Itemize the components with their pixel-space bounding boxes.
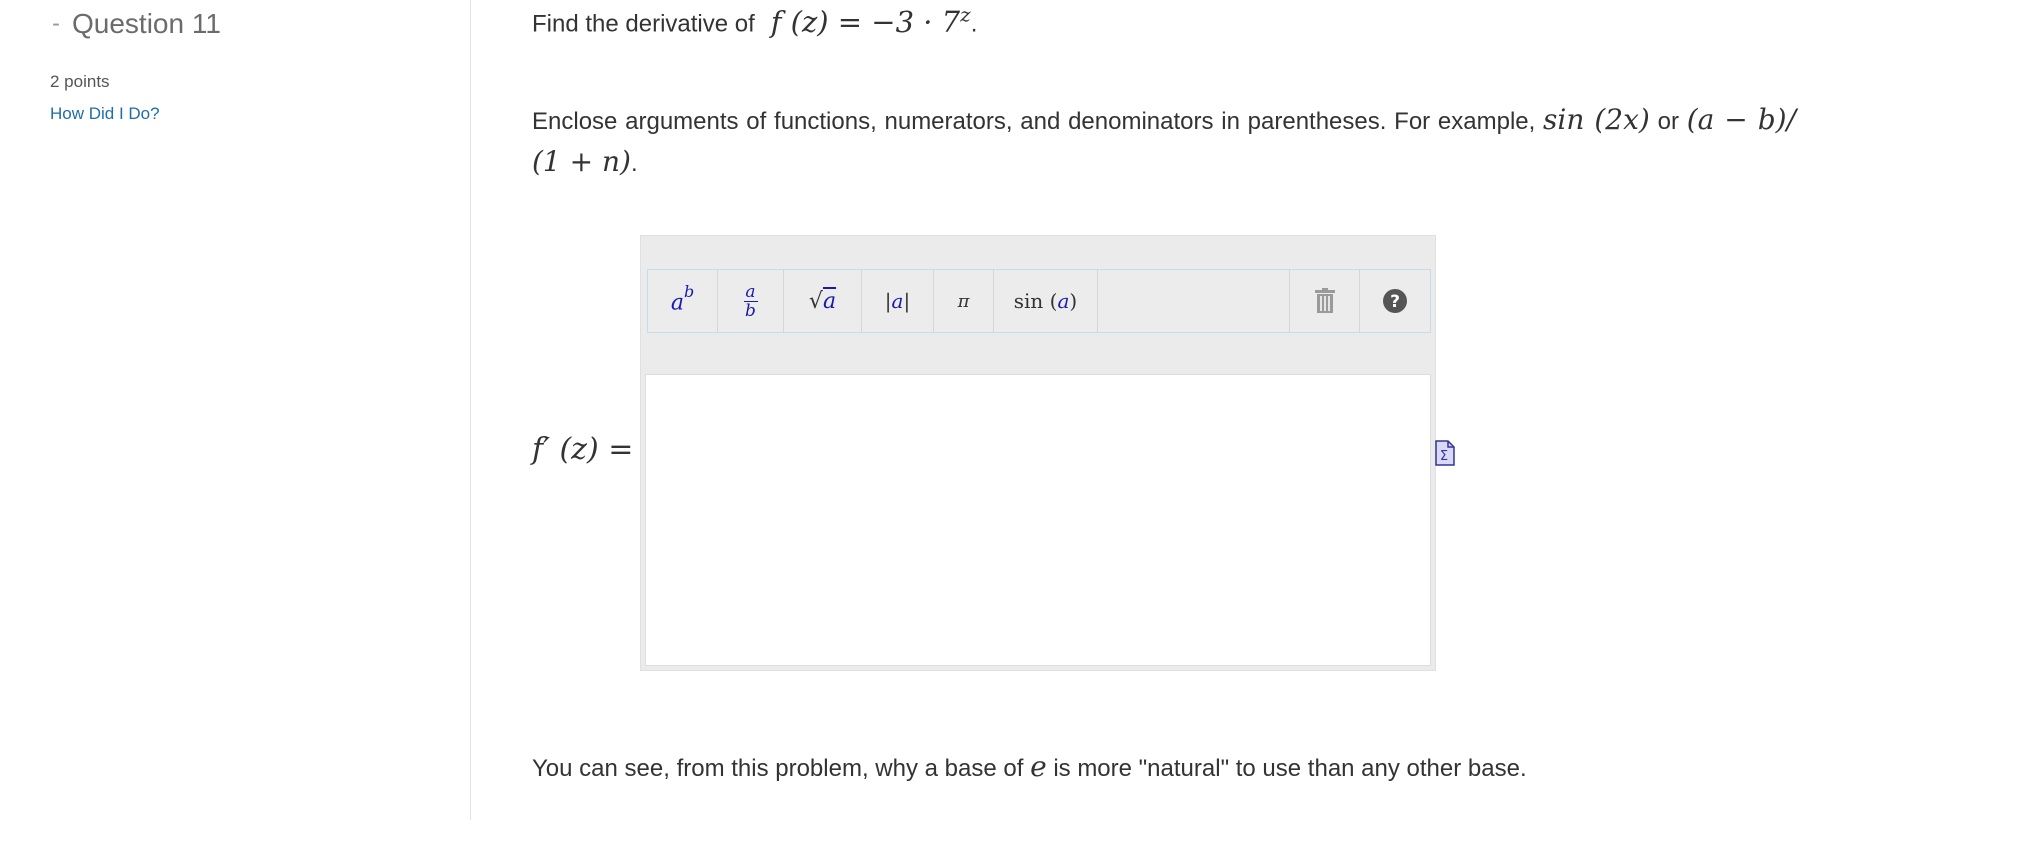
help-icon: ? bbox=[1383, 289, 1407, 313]
abs-icon: |a| bbox=[884, 289, 911, 313]
equation-editor: ab ab √a |a| π sin (a) ? bbox=[640, 235, 1436, 671]
prompt-text: Find the derivative of bbox=[532, 10, 755, 38]
points-value: 2 points bbox=[50, 72, 110, 91]
fraction-icon: ab bbox=[743, 281, 758, 321]
equation-toolbar: ab ab √a |a| π sin (a) ? bbox=[647, 269, 1431, 333]
pi-button[interactable]: π bbox=[934, 270, 994, 332]
prompt-end: . bbox=[970, 10, 978, 38]
instructions: Enclose arguments of functions, numerato… bbox=[532, 100, 1796, 184]
sin-icon: sin (a) bbox=[1013, 289, 1078, 313]
example-one: sin (2x) bbox=[1543, 103, 1650, 136]
collapse-toggle[interactable]: - bbox=[52, 10, 60, 38]
trash-icon bbox=[1314, 288, 1335, 313]
function-expression: f (z) = −3 · 7z bbox=[770, 2, 971, 39]
note-symbol: e bbox=[1030, 750, 1047, 783]
power-icon: ab bbox=[670, 282, 695, 316]
instructions-text: Enclose arguments of functions, numerato… bbox=[532, 108, 1536, 135]
sqrt-icon: √a bbox=[808, 288, 837, 314]
example-connector: or bbox=[1657, 108, 1679, 135]
question-prompt: Find the derivative of f (z) = −3 · 7z. bbox=[532, 2, 977, 39]
answer-input[interactable] bbox=[645, 374, 1431, 666]
toolbar-spacer bbox=[1098, 270, 1290, 332]
question-header: - Question 11 bbox=[52, 8, 221, 40]
how-did-i-do-link[interactable]: How Did I Do? bbox=[50, 104, 160, 124]
fraction-button[interactable]: ab bbox=[718, 270, 784, 332]
pi-icon: π bbox=[957, 290, 970, 312]
power-button[interactable]: ab bbox=[648, 270, 718, 332]
example-end: . bbox=[630, 150, 638, 177]
clear-button[interactable] bbox=[1290, 270, 1360, 332]
sin-button[interactable]: sin (a) bbox=[994, 270, 1098, 332]
note-after: is more "natural" to use than any other … bbox=[1053, 755, 1527, 782]
question-title: Question 11 bbox=[72, 8, 221, 39]
closing-note: You can see, from this problem, why a ba… bbox=[532, 750, 1527, 783]
abs-button[interactable]: |a| bbox=[862, 270, 934, 332]
note-before: You can see, from this problem, why a ba… bbox=[532, 755, 1024, 782]
answer-label: f′ (z) = bbox=[532, 432, 634, 467]
help-button[interactable]: ? bbox=[1360, 270, 1430, 332]
question-sidebar: - Question 11 2 points How Did I Do? bbox=[0, 0, 471, 820]
sqrt-button[interactable]: √a bbox=[784, 270, 862, 332]
svg-text:?: ? bbox=[1390, 292, 1400, 312]
equation-input-icon[interactable]: Σ bbox=[1435, 440, 1455, 466]
function-exponent: z bbox=[960, 2, 971, 26]
svg-text:Σ: Σ bbox=[1440, 449, 1448, 464]
